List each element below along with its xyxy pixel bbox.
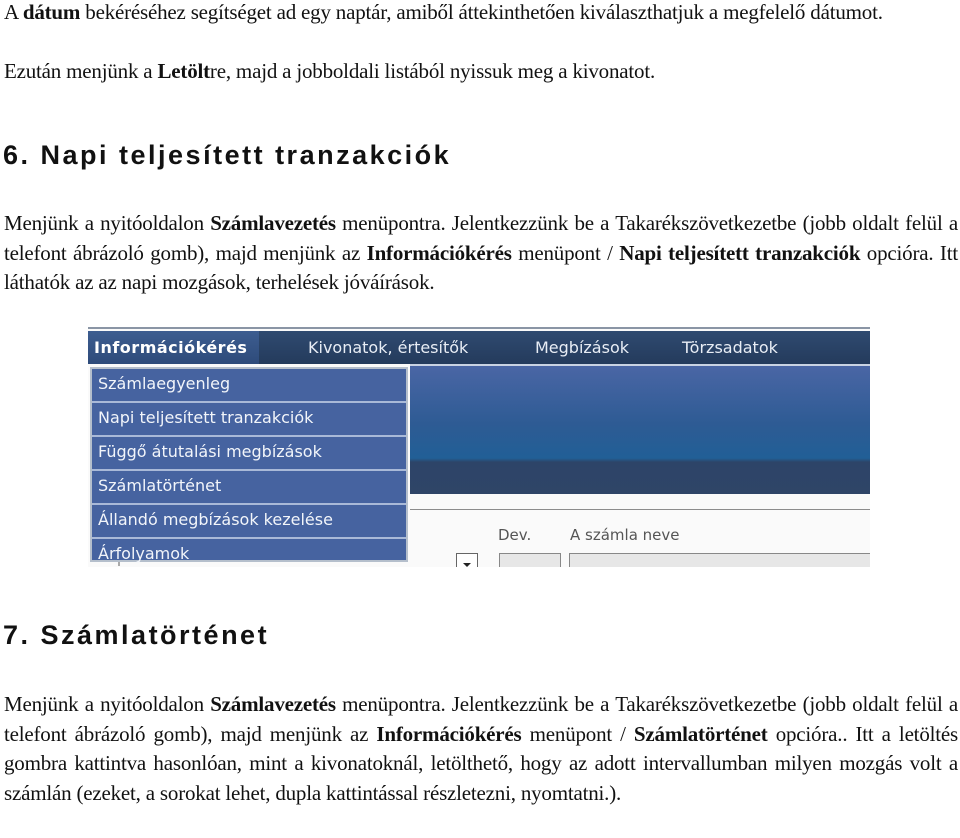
informaciokeres-dropdown-menu: Számlaegyenleg Napi teljesített tranzakc…	[90, 367, 408, 563]
bold-term-letolt: Letölt	[157, 59, 210, 83]
text: re, majd a jobboldali listából nyissuk m…	[209, 59, 656, 83]
embedded-screenshot: Információkérés Kivonatok, értesítők Meg…	[88, 327, 870, 567]
account-select-dropdown-button[interactable]	[456, 553, 478, 567]
bold-term: Számlavezetés	[210, 211, 336, 235]
separator-line	[410, 509, 870, 510]
text: A	[4, 0, 23, 24]
account-name-field[interactable]	[569, 553, 870, 567]
section-7-heading: 7. Számlatörténet	[3, 620, 270, 650]
nav-item-informaciokeres[interactable]: Információkérés	[88, 331, 260, 364]
nav-item-megbizasok[interactable]: Megbízások	[535, 331, 629, 364]
bold-term-datum: dátum	[22, 0, 81, 24]
section-6-heading: 6. Napi teljesített tranzakciók	[3, 140, 452, 170]
nav-bar: Információkérés Kivonatok, értesítők Meg…	[88, 331, 870, 364]
bold-term: Információkérés	[376, 721, 522, 746]
intro-paragraph-1: A dátum bekéréséhez segítséget ad egy na…	[4, 0, 958, 28]
text: Menjünk a nyitóoldalon	[4, 211, 211, 235]
text: Menjünk a nyitóoldalon	[4, 692, 211, 716]
nav-item-kivonatok[interactable]: Kivonatok, értesítők	[308, 331, 468, 364]
section-6-paragraph: Menjünk a nyitóoldalon Számlavezetés men…	[4, 209, 958, 298]
menu-item-szamlatortenet[interactable]: Számlatörténet	[92, 471, 406, 505]
text: bekéréséhez segítséget ad egy naptár, am…	[80, 0, 883, 24]
intro-paragraph-2: Ezután menjünk a Letöltre, majd a jobbol…	[4, 57, 958, 87]
bold-term: Napi teljesített tranzakciók	[619, 240, 861, 265]
menu-item-allando-megbizasok-kezelese[interactable]: Állandó megbízások kezelése	[92, 505, 406, 539]
text: menüpont /	[511, 240, 620, 265]
bold-term: Számlavezetés	[210, 692, 336, 716]
nav-item-torzsadatok[interactable]: Törzsadatok	[682, 331, 778, 364]
menu-item-napi-teljesitett-tranzakciok[interactable]: Napi teljesített tranzakciók	[92, 403, 406, 437]
currency-label: Dev.	[498, 526, 532, 544]
menu-item-fuggo-atutalasi-megbizasok[interactable]: Függő átutalási megbízások	[92, 437, 406, 471]
text: menüpont /	[521, 721, 634, 746]
header-banner	[410, 366, 870, 494]
currency-field[interactable]	[499, 553, 561, 567]
bold-term: Számlatörténet	[633, 721, 768, 746]
menu-item-szamlaegyenleg[interactable]: Számlaegyenleg	[92, 369, 406, 403]
account-name-label: A számla neve	[570, 526, 680, 544]
text: Ezután menjünk a	[4, 59, 158, 83]
section-7-paragraph: Menjünk a nyitóoldalon Számlavezetés men…	[4, 690, 958, 808]
menu-item-arfolyamok[interactable]: Árfolyamok	[92, 539, 406, 567]
bold-term: Információkérés	[366, 240, 512, 265]
